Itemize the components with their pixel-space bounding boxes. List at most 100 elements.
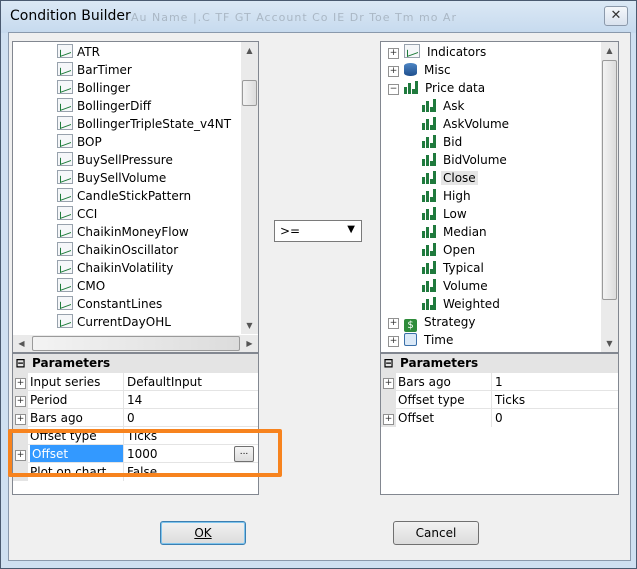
line-chart-icon bbox=[57, 314, 73, 328]
expand-icon[interactable]: + bbox=[381, 409, 396, 427]
indicator-list-item[interactable]: BollingerTripleState_v4NT bbox=[57, 115, 237, 133]
indicator-list-item[interactable]: BOP bbox=[57, 133, 237, 151]
indicator-list-item-label: BollingerTripleState_v4NT bbox=[77, 117, 232, 131]
tree-node[interactable]: High bbox=[422, 187, 473, 205]
scroll-thumb[interactable] bbox=[242, 80, 257, 106]
scroll-left-arrow-icon[interactable]: ◀ bbox=[13, 335, 30, 352]
tree-node[interactable]: Open bbox=[422, 241, 477, 259]
cancel-button[interactable]: Cancel bbox=[393, 521, 479, 545]
tree-node[interactable]: + Indicators bbox=[388, 43, 488, 61]
collapse-icon[interactable]: ⊟ bbox=[13, 354, 28, 372]
operator-dropdown[interactable]: >= ▼ bbox=[274, 220, 362, 242]
expand-icon[interactable]: + bbox=[381, 373, 396, 391]
indicator-list-item[interactable]: ChaikinOscillator bbox=[57, 241, 237, 259]
indicator-list-item[interactable]: BarTimer bbox=[57, 61, 237, 79]
close-button[interactable]: ✕ bbox=[604, 6, 628, 26]
parameter-value[interactable]: 1 bbox=[491, 373, 618, 391]
tree-node-label: Close bbox=[441, 171, 478, 185]
scroll-down-arrow-icon[interactable]: ▼ bbox=[601, 335, 618, 352]
scroll-right-arrow-icon[interactable]: ▶ bbox=[241, 335, 258, 352]
indicator-list-item[interactable]: ChaikinVolatility bbox=[57, 259, 237, 277]
tree-node[interactable]: Typical bbox=[422, 259, 486, 277]
indicator-list-item[interactable]: CCI bbox=[57, 205, 237, 223]
parameter-row[interactable]: + Bars ago 1 bbox=[381, 372, 618, 391]
tree-node-label: Weighted bbox=[443, 297, 500, 311]
parameter-value[interactable]: 0 bbox=[491, 409, 618, 427]
expand-icon[interactable]: + bbox=[13, 409, 28, 427]
indicator-list-item-label: BuySellVolume bbox=[77, 171, 167, 185]
data-tree-vscrollbar[interactable]: ▲ ▼ bbox=[601, 42, 618, 352]
scroll-up-arrow-icon[interactable]: ▲ bbox=[601, 42, 618, 59]
indicator-list-item[interactable]: BuySellPressure bbox=[57, 151, 237, 169]
expand-icon[interactable]: + bbox=[388, 318, 399, 329]
close-icon: ✕ bbox=[610, 8, 622, 23]
parameter-row[interactable]: + Input series DefaultInput bbox=[13, 372, 258, 391]
parameter-value[interactable]: Ticks bbox=[491, 391, 618, 409]
scroll-up-arrow-icon[interactable]: ▲ bbox=[241, 42, 258, 59]
cancel-button-label: Cancel bbox=[415, 526, 457, 540]
parameter-value[interactable]: DefaultInput bbox=[123, 373, 258, 391]
tree-node[interactable]: Volume bbox=[422, 277, 490, 295]
indicator-list-item[interactable]: BuySellVolume bbox=[57, 169, 237, 187]
expand-icon[interactable]: + bbox=[388, 336, 399, 347]
indicator-list[interactable]: ▲ ▼ ◀ ▶ ATR BarTimer Bollinger BollingerDif… bbox=[12, 41, 259, 353]
tree-node[interactable]: Weighted bbox=[422, 295, 502, 313]
window-title: Condition Builder bbox=[10, 8, 131, 24]
line-chart-icon bbox=[57, 152, 73, 166]
collapse-icon[interactable]: − bbox=[388, 84, 399, 95]
expand-icon[interactable]: + bbox=[13, 373, 28, 391]
tree-node-label: AskVolume bbox=[443, 117, 510, 131]
indicator-list-item[interactable]: CandleStickPattern bbox=[57, 187, 237, 205]
scroll-down-arrow-icon[interactable]: ▼ bbox=[241, 317, 258, 334]
parameter-row[interactable]: + Bars ago 0 bbox=[13, 408, 258, 427]
tree-node[interactable]: Ask bbox=[422, 97, 466, 115]
indicator-list-item[interactable]: CMO bbox=[57, 277, 237, 295]
line-chart-icon bbox=[57, 62, 73, 76]
tree-node-label: Time bbox=[424, 333, 454, 347]
data-source-tree[interactable]: ▲ ▼ + Indicators + Misc − Price data Ask AskVol… bbox=[380, 41, 619, 353]
parameter-value[interactable]: 14 bbox=[123, 391, 258, 409]
indicator-list-item[interactable]: ConstantLines bbox=[57, 295, 237, 313]
tree-node[interactable]: BidVolume bbox=[422, 151, 509, 169]
right-parameters-grid[interactable]: ⊟ Parameters + Bars ago 1 Offset type Ticks +… bbox=[380, 353, 619, 495]
tree-node[interactable]: − Price data bbox=[388, 79, 487, 97]
scroll-thumb[interactable] bbox=[602, 60, 617, 300]
tree-node[interactable]: + Misc bbox=[388, 61, 453, 79]
bar-chart-icon bbox=[422, 242, 436, 256]
chevron-down-icon: ▼ bbox=[347, 224, 355, 235]
indicator-list-item[interactable]: ATR bbox=[57, 43, 237, 61]
indicator-list-hscrollbar[interactable]: ◀ bbox=[13, 335, 241, 352]
parameter-row[interactable]: + Offset 0 bbox=[381, 408, 618, 427]
indicator-list-item-label: BOP bbox=[77, 135, 102, 149]
parameter-name: Bars ago bbox=[398, 375, 451, 389]
expand-icon[interactable]: + bbox=[388, 66, 399, 77]
indicator-list-item[interactable]: BollingerDiff bbox=[57, 97, 237, 115]
collapse-icon[interactable]: ⊟ bbox=[381, 354, 396, 372]
parameters-header: ⊟ Parameters bbox=[13, 354, 258, 372]
tree-node[interactable]: + Time bbox=[388, 331, 455, 349]
parameter-value[interactable]: 0 bbox=[123, 409, 258, 427]
tree-node[interactable]: + $ Strategy bbox=[388, 313, 477, 332]
indicator-list-item[interactable]: Bollinger bbox=[57, 79, 237, 97]
ok-button[interactable]: OK bbox=[160, 521, 246, 545]
tree-node[interactable]: Low bbox=[422, 205, 469, 223]
indicator-list-item[interactable]: ChaikinMoneyFlow bbox=[57, 223, 237, 241]
expand-icon[interactable]: + bbox=[13, 391, 28, 409]
expand-icon[interactable]: + bbox=[388, 48, 399, 59]
tree-node[interactable]: Median bbox=[422, 223, 489, 241]
ok-button-label: OK bbox=[194, 526, 212, 540]
line-chart-icon bbox=[404, 44, 420, 58]
indicator-list-item[interactable]: CurrentDayOHL bbox=[57, 313, 237, 331]
parameters-header-label: Parameters bbox=[400, 356, 479, 370]
bar-chart-icon bbox=[404, 80, 418, 94]
hscroll-thumb[interactable] bbox=[32, 336, 240, 351]
tree-node[interactable]: AskVolume bbox=[422, 115, 511, 133]
tree-node[interactable]: Bid bbox=[422, 133, 464, 151]
parameter-row[interactable]: + Period 14 bbox=[13, 390, 258, 409]
tree-node-label: High bbox=[443, 189, 471, 203]
line-chart-icon bbox=[57, 296, 73, 310]
indicator-list-vscrollbar[interactable]: ▲ ▼ bbox=[241, 42, 258, 334]
tree-node[interactable]: Close bbox=[422, 169, 478, 187]
parameter-row[interactable]: Offset type Ticks bbox=[381, 390, 618, 409]
bar-chart-icon bbox=[422, 188, 436, 202]
